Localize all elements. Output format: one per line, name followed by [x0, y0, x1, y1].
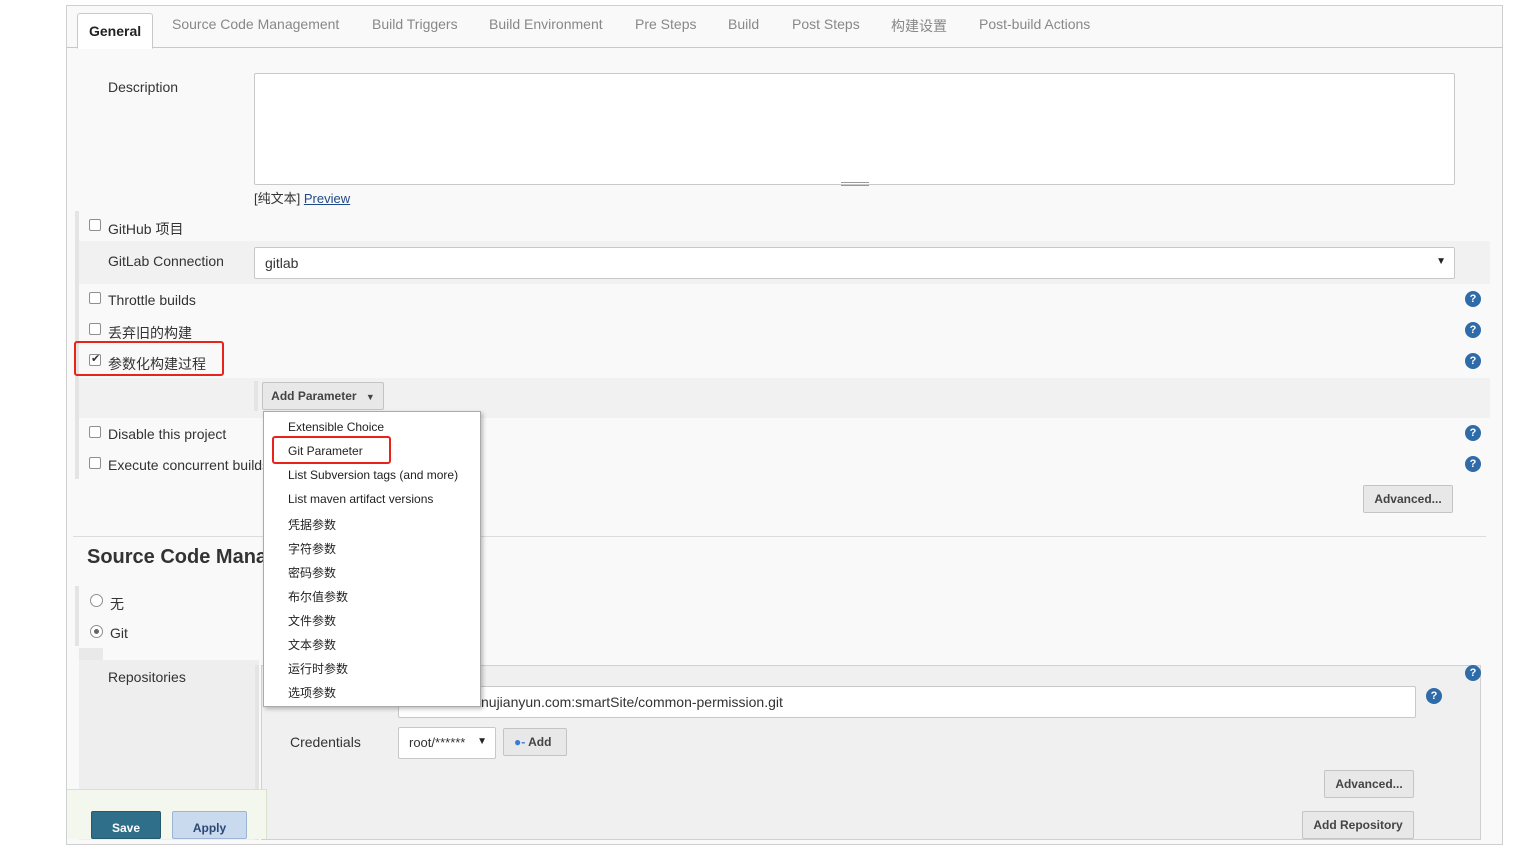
add-credentials-label: Add: [528, 735, 552, 749]
help-icon[interactable]: ?: [1465, 353, 1481, 369]
scm-none-label: 无: [110, 596, 124, 612]
plain-text-label: [纯文本]: [254, 191, 301, 206]
parameterized-build-checkbox[interactable]: [89, 352, 101, 366]
github-project-label: GitHub 项目: [108, 221, 184, 237]
dropdown-arrow-icon: ▼: [477, 736, 487, 747]
scm-git-radio[interactable]: [90, 625, 103, 638]
tab-pre-steps[interactable]: Pre Steps: [635, 16, 696, 32]
menu-item-extensible-choice[interactable]: Extensible Choice: [288, 420, 384, 434]
general-advanced-button[interactable]: Advanced...: [1363, 485, 1453, 513]
key-icon: ●-: [514, 735, 526, 749]
gitlab-connection-value: gitlab: [265, 255, 299, 271]
repository-url-value: nujianyun.com:smartSite/common-permissio…: [481, 694, 783, 710]
menu-item-string-parameter[interactable]: 字符参数: [288, 540, 336, 557]
menu-item-file-parameter[interactable]: 文件参数: [288, 612, 336, 629]
help-icon[interactable]: ?: [1465, 456, 1481, 472]
github-project-checkbox[interactable]: [89, 219, 101, 231]
repository-advanced-button[interactable]: Advanced...: [1324, 770, 1414, 798]
discard-old-builds-checkbox[interactable]: [89, 323, 101, 335]
menu-item-password-parameter[interactable]: 密码参数: [288, 564, 336, 581]
gitlab-connection-label: GitLab Connection: [108, 253, 224, 269]
help-icon[interactable]: ?: [1426, 688, 1442, 704]
tab-post-build-actions[interactable]: Post-build Actions: [979, 16, 1090, 32]
help-icon[interactable]: ?: [1465, 665, 1481, 681]
disable-project-checkbox[interactable]: [89, 426, 101, 438]
preview-link[interactable]: Preview: [304, 191, 350, 206]
menu-item-list-subversion-tags[interactable]: List Subversion tags (and more): [288, 468, 458, 482]
description-textarea[interactable]: [254, 73, 1455, 185]
credentials-value: root/******: [409, 735, 466, 750]
gitlab-connection-select[interactable]: gitlab ▼: [254, 247, 1455, 279]
nested-indent-bar: [254, 381, 258, 411]
discard-old-builds-label: 丢弃旧的构建: [108, 325, 192, 341]
tab-build-environment[interactable]: Build Environment: [489, 16, 603, 32]
chevron-down-icon: ▼: [365, 392, 375, 402]
add-credentials-button[interactable]: ●- Add: [503, 728, 567, 756]
tab-post-steps[interactable]: Post Steps: [792, 16, 860, 32]
scm-none-radio[interactable]: [90, 594, 103, 607]
add-parameter-label: Add Parameter: [271, 389, 357, 403]
disable-project-label: Disable this project: [108, 426, 227, 442]
execute-concurrent-label: Execute concurrent builds if necessary: [108, 457, 263, 473]
menu-item-boolean-parameter[interactable]: 布尔值参数: [288, 588, 348, 605]
repository-url-input[interactable]: nujianyun.com:smartSite/common-permissio…: [398, 686, 1416, 718]
throttle-builds-label: Throttle builds: [108, 292, 196, 308]
credentials-select[interactable]: root/****** ▼: [398, 727, 496, 759]
resize-grip-icon[interactable]: [841, 182, 869, 186]
description-label: Description: [108, 79, 179, 95]
menu-item-list-maven-artifact-versions[interactable]: List maven artifact versions: [288, 492, 433, 506]
menu-item-credentials-parameter[interactable]: 凭据参数: [288, 516, 336, 533]
menu-item-run-parameter[interactable]: 运行时参数: [288, 660, 348, 677]
execute-concurrent-checkbox[interactable]: [89, 457, 101, 469]
description-format-row: [纯文本] Preview: [254, 188, 350, 207]
credentials-label: Credentials: [290, 734, 361, 750]
dropdown-arrow-icon: ▼: [1436, 256, 1446, 267]
help-icon[interactable]: ?: [1465, 322, 1481, 338]
tab-build[interactable]: Build: [728, 16, 759, 32]
tab-general[interactable]: General: [77, 13, 154, 49]
help-icon[interactable]: ?: [1465, 291, 1481, 307]
scm-git-label: Git: [110, 625, 128, 641]
scm-indent-bar: [75, 586, 79, 646]
add-parameter-button[interactable]: Add Parameter ▼: [262, 382, 384, 410]
tab-build-triggers[interactable]: Build Triggers: [372, 16, 458, 32]
help-icon[interactable]: ?: [1465, 425, 1481, 441]
highlight-annotation: [272, 436, 391, 464]
menu-item-text-parameter[interactable]: 文本参数: [288, 636, 336, 653]
throttle-builds-checkbox[interactable]: [89, 292, 101, 304]
tab-build-settings[interactable]: 构建设置: [891, 16, 947, 36]
parameterized-build-label: 参数化构建过程: [108, 356, 206, 372]
scm-section-title: Source Code Management: [87, 546, 263, 568]
menu-item-choice-parameter[interactable]: 选项参数: [288, 684, 336, 701]
repositories-label: Repositories: [108, 669, 186, 685]
tab-source-code-management[interactable]: Source Code Management: [172, 16, 339, 32]
